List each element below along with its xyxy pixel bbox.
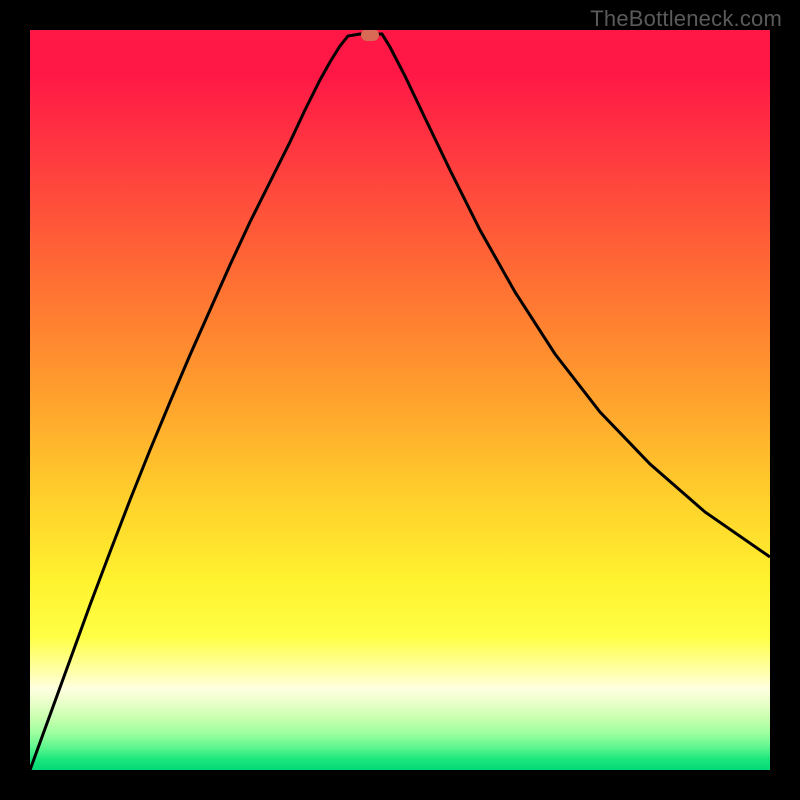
curve-path xyxy=(30,34,770,770)
chart-frame: TheBottleneck.com xyxy=(0,0,800,800)
plot-area xyxy=(30,30,770,770)
bottleneck-curve xyxy=(30,30,770,770)
watermark-text: TheBottleneck.com xyxy=(590,6,782,32)
minimum-marker xyxy=(361,30,379,41)
